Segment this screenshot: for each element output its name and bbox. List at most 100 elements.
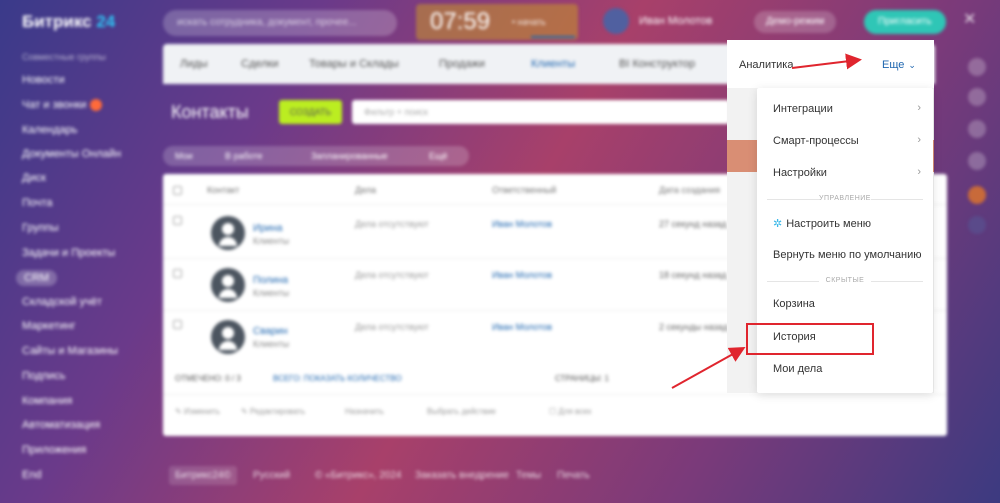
sidebar-item[interactable]: End	[22, 469, 42, 481]
contact-name[interactable]: Сварин	[253, 326, 288, 337]
column-header[interactable]: Контакт	[207, 185, 239, 195]
column-header[interactable]: Ответственный	[492, 185, 556, 195]
pagination[interactable]: СТРАНИЦЫ: 1	[555, 374, 609, 383]
sidebar-item[interactable]: Документы Онлайн	[22, 148, 121, 160]
footer-print-link[interactable]: Печать	[557, 470, 590, 481]
work-clock[interactable]: 07:59 • начать	[416, 4, 578, 40]
menu-item-label: Смарт-процессы	[773, 135, 859, 147]
tab-deals[interactable]: Сделки	[241, 58, 279, 70]
sidebar-item[interactable]: Складской учёт	[22, 296, 102, 308]
search-icon[interactable]	[968, 152, 986, 170]
date-cell: 2 секунды назад	[659, 322, 728, 332]
tab-products[interactable]: Товары и Склады	[309, 58, 399, 70]
sidebar-item[interactable]: Календарь	[22, 124, 78, 136]
menu-item-configure[interactable]: ✲ Настроить меню	[773, 217, 871, 230]
chevron-right-icon: ›	[917, 166, 921, 178]
user-name: Иван Молотов	[639, 14, 713, 27]
filter-strip	[727, 140, 757, 172]
chevron-right-icon: ›	[917, 134, 921, 146]
contact-type: Клиенты	[253, 339, 290, 349]
close-icon[interactable]: ✕	[963, 9, 976, 29]
sidebar-item[interactable]: Почта	[22, 197, 53, 209]
sidebar-item[interactable]: Подпись	[22, 370, 66, 382]
filter-input[interactable]: Фильтр + поиск	[352, 100, 730, 124]
tab-bi[interactable]: BI Конструктор	[619, 58, 695, 70]
user-avatar-icon[interactable]	[968, 186, 986, 204]
user-avatar-icon[interactable]	[968, 216, 986, 234]
sidebar-item[interactable]: Чат и звонки	[22, 99, 103, 112]
sidebar-item[interactable]: Задачи и Проекты	[22, 247, 115, 259]
invite-button[interactable]: Пригласить	[864, 10, 946, 34]
more-button[interactable]: Еще ⌄	[882, 59, 916, 71]
footer-order-link[interactable]: Заказать внедрение	[415, 470, 509, 481]
history-highlight-box	[746, 323, 874, 355]
tab-sales[interactable]: Продажи	[439, 58, 485, 70]
chat-icon[interactable]	[968, 58, 986, 76]
preset-pill[interactable]: В работе	[225, 151, 263, 161]
sidebar-item[interactable]: Приложения	[22, 444, 86, 456]
total-count-link[interactable]: ВСЕГО: ПОКАЗАТЬ КОЛИЧЕСТВО	[273, 374, 402, 383]
chevron-right-icon: ›	[917, 102, 921, 114]
menu-item-label: Интеграции	[773, 103, 833, 115]
tab-clients[interactable]: Клиенты	[531, 58, 575, 70]
add-contact-button[interactable]: СОЗДАТЬ	[279, 100, 342, 124]
settings-icon[interactable]	[968, 120, 986, 138]
avatar	[211, 268, 245, 302]
menu-item-label: Настроить меню	[786, 218, 872, 230]
responsible-cell[interactable]: Иван Молотов	[492, 219, 552, 229]
sidebar-item[interactable]: Компания	[22, 395, 72, 407]
tab-analytics[interactable]: Аналитика	[739, 59, 793, 71]
sidebar-item[interactable]: Сайты и Магазины	[22, 345, 118, 357]
contact-name[interactable]: Ирина	[253, 223, 282, 234]
preset-pill[interactable]: Ещё	[429, 151, 447, 161]
deals-cell: Дела отсутствуют	[355, 322, 429, 332]
sidebar-item[interactable]: Группы	[22, 222, 59, 234]
row-checkbox[interactable]	[173, 320, 182, 329]
action-redact[interactable]: ✎ Редактировать	[241, 407, 305, 416]
action-all[interactable]: ☐ Для всех	[549, 407, 591, 416]
preset-pill[interactable]: Мои	[175, 151, 193, 161]
more-label: Еще	[882, 59, 905, 71]
sidebar-item[interactable]: Маркетинг	[22, 320, 75, 332]
footer-brand[interactable]: Битрикс24©	[169, 466, 237, 485]
preset-pill[interactable]: Запланированные	[311, 151, 388, 161]
sidebar-item[interactable]: Новости	[22, 74, 65, 86]
contact-name[interactable]: Полина	[253, 275, 288, 286]
select-all-checkbox[interactable]	[173, 186, 182, 195]
contact-type: Клиенты	[253, 288, 290, 298]
tab-leads[interactable]: Лиды	[180, 58, 208, 70]
demo-mode-button[interactable]: Демо-режим	[754, 11, 837, 33]
responsible-cell[interactable]: Иван Молотов	[492, 322, 552, 332]
action-edit[interactable]: ✎ Изменить	[175, 407, 220, 416]
footer-language[interactable]: Русский	[253, 470, 290, 481]
menu-item-label: Настройки	[773, 167, 827, 179]
sidebar-item-label: Чат и звонки	[22, 99, 87, 111]
gear-icon: ✲	[773, 218, 783, 230]
sidebar-item[interactable]: Диск	[22, 172, 46, 184]
sidebar-header: Совместные группы	[22, 52, 106, 62]
sidebar-item-crm[interactable]: CRM	[16, 270, 58, 286]
logo[interactable]: Битрикс 24	[22, 12, 115, 32]
menu-item-my-tasks[interactable]: Мои дела	[773, 363, 822, 375]
footer-themes-link[interactable]: Темы	[516, 470, 541, 481]
row-checkbox[interactable]	[173, 269, 182, 278]
responsible-cell[interactable]: Иван Молотов	[492, 270, 552, 280]
notifications-icon[interactable]	[968, 88, 986, 106]
date-cell: 27 секунд назад	[659, 219, 727, 229]
sidebar-item[interactable]: Автоматизация	[22, 419, 100, 431]
logo-text: Битрикс	[22, 12, 92, 31]
menu-item-reset[interactable]: Вернуть меню по умолчанию	[773, 249, 921, 261]
clock-time: 07:59	[430, 8, 491, 35]
action-select[interactable]: Выбрать действие	[427, 407, 496, 416]
user-menu[interactable]: Иван Молотов	[603, 8, 712, 34]
sidebar: Совместные группы Новости Чат и звонки К…	[0, 44, 150, 503]
column-header[interactable]: Дата создания	[659, 185, 720, 195]
clock-status: • начать	[512, 17, 546, 27]
chevron-down-icon: ⌄	[908, 60, 916, 70]
search-input[interactable]: искать сотрудника, документ, прочее...	[163, 10, 397, 36]
action-assign[interactable]: Назначить	[345, 407, 384, 416]
menu-item-trash[interactable]: Корзина	[773, 298, 815, 310]
row-checkbox[interactable]	[173, 216, 182, 225]
page-title: Контакты	[171, 102, 249, 122]
column-header[interactable]: Дела	[355, 185, 376, 195]
